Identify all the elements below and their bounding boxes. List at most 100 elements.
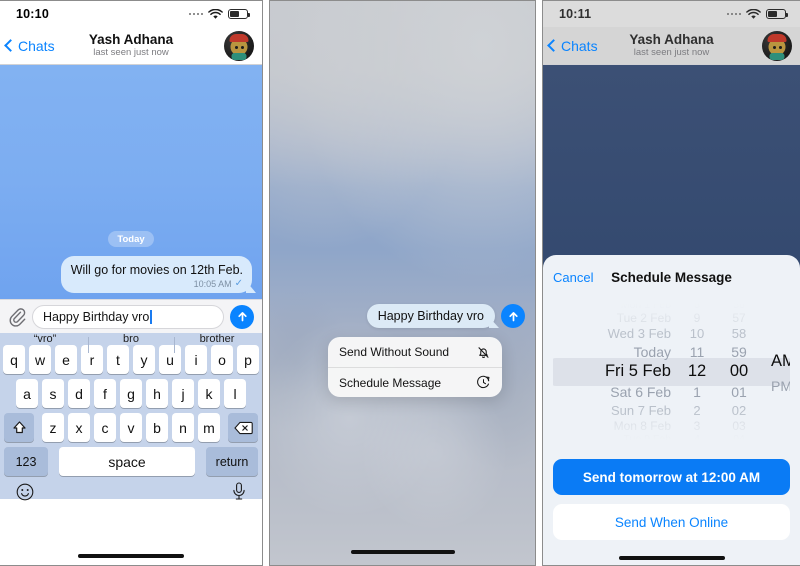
backspace-key[interactable] [228,413,258,442]
key-p[interactable]: p [237,345,259,374]
message-input[interactable]: Happy Birthday vro [32,304,224,329]
key-x[interactable]: x [68,413,90,442]
signal-dots-icon [726,12,741,16]
keyboard-row-1: q w e r t y u i o p [2,345,260,374]
wifi-icon [208,8,223,19]
picker-hour-option[interactable]: 8 [694,299,700,311]
key-j[interactable]: j [172,379,194,408]
key-s[interactable]: s [42,379,64,408]
picker-date-option[interactable]: Mon 1 Feb [621,299,671,311]
message-text: Will go for movies on 12th Feb. [70,263,243,277]
picker-ampm-selected[interactable]: AM [771,348,790,376]
picker-column-minute[interactable]: 56 57 58 59 00 01 02 03 04 [717,299,761,445]
key-b[interactable]: b [146,413,168,442]
picker-minute-option[interactable]: 01 [731,384,747,402]
key-m[interactable]: m [198,413,220,442]
picker-date-option[interactable]: Sun 7 Feb [611,401,671,419]
key-v[interactable]: v [120,413,142,442]
microphone-icon[interactable] [232,482,246,501]
key-d[interactable]: d [68,379,90,408]
wifi-icon [746,8,761,19]
picker-column-ampm[interactable]: AM PM [761,299,790,445]
send-button[interactable] [501,304,525,328]
key-e[interactable]: e [55,345,77,374]
datetime-picker[interactable]: Mon 1 Feb Tue 2 Feb Wed 3 Feb Today Fri … [553,299,790,445]
avatar-body [231,52,247,60]
key-i[interactable]: i [185,345,207,374]
picker-date-option[interactable]: Tue 2 Feb [617,311,671,325]
keyboard-row-3: z x c v b n m [2,413,260,442]
picker-hour-option[interactable]: 4 [694,433,700,445]
key-g[interactable]: g [120,379,142,408]
key-l[interactable]: l [224,379,246,408]
key-h[interactable]: h [146,379,168,408]
key-o[interactable]: o [211,345,233,374]
sheet-title: Schedule Message [611,269,732,285]
picker-hour-option[interactable]: 1 [693,384,701,402]
key-r[interactable]: r [81,345,103,374]
avatar[interactable] [224,30,254,61]
key-n[interactable]: n [172,413,194,442]
clock-arrow-icon [477,375,490,389]
status-time: 10:10 [16,7,49,21]
picker-minute-option[interactable]: 04 [733,433,745,445]
picker-minute-option[interactable]: 58 [732,325,746,343]
picker-ampm-option[interactable]: PM [771,376,790,397]
return-key[interactable]: return [206,447,258,476]
picker-hour-option[interactable]: 9 [694,311,701,325]
picker-column-hour[interactable]: 8 9 10 11 12 1 2 3 4 [677,299,717,445]
key-t[interactable]: t [107,345,129,374]
space-key[interactable]: space [59,447,195,476]
numbers-key[interactable]: 123 [4,447,48,476]
key-q[interactable]: q [3,345,25,374]
key-z[interactable]: z [42,413,64,442]
key-k[interactable]: k [198,379,220,408]
picker-date-option[interactable]: Wed 3 Feb [608,325,671,343]
picker-minute-option[interactable]: 56 [733,299,745,311]
picker-hour-option[interactable]: 3 [694,419,701,433]
back-label: Chats [561,37,598,54]
picker-minute-option[interactable]: 57 [732,311,745,325]
back-to-chats-button[interactable]: Chats [4,38,55,54]
picker-date-option[interactable]: Today [634,343,671,361]
send-button[interactable] [230,304,254,329]
pending-message-bubble[interactable]: Happy Birthday vro [366,304,495,328]
picker-minute-option[interactable]: 02 [732,401,746,419]
emoji-icon[interactable] [16,483,34,501]
shift-key[interactable] [4,413,34,442]
key-f[interactable]: f [94,379,116,408]
send-when-online-button[interactable]: Send When Online [553,504,790,540]
picker-hour-option[interactable]: 11 [690,343,705,361]
key-u[interactable]: u [159,345,181,374]
avatar[interactable] [762,30,792,61]
picker-hour-option[interactable]: 10 [690,325,704,343]
menu-item-send-without-sound[interactable]: Send Without Sound [328,337,502,367]
shift-icon [12,421,26,434]
picker-minute-selected[interactable]: 00 [730,360,748,383]
picker-minute-option[interactable]: 03 [732,419,745,433]
picker-hour-option[interactable]: 2 [693,401,700,419]
prediction-0[interactable]: “vro” [2,333,88,345]
pending-message-row: Happy Birthday vro [366,304,525,328]
status-bar: 10:10 [0,1,262,27]
prediction-2[interactable]: brother [174,333,260,353]
key-c[interactable]: c [94,413,116,442]
menu-item-schedule-message[interactable]: Schedule Message [328,367,502,397]
send-tomorrow-button[interactable]: Send tomorrow at 12:00 AM [553,459,790,495]
back-to-chats-button[interactable]: Chats [547,37,598,54]
picker-date-option[interactable]: Sat 6 Feb [610,384,671,402]
key-y[interactable]: y [133,345,155,374]
picker-column-date[interactable]: Mon 1 Feb Tue 2 Feb Wed 3 Feb Today Fri … [553,299,677,445]
picker-minute-option[interactable]: 59 [731,343,747,361]
keyboard-row-4: 123 space return [2,447,260,476]
picker-date-option[interactable]: Mon 8 Feb [614,419,671,433]
picker-date-selected[interactable]: Fri 5 Feb [605,360,671,383]
prediction-1[interactable]: bro [88,333,174,353]
key-a[interactable]: a [16,379,38,408]
picker-hour-selected[interactable]: 12 [688,360,706,383]
paperclip-icon[interactable] [8,307,26,327]
picker-date-option[interactable]: Tue 9 Feb [624,433,671,445]
key-w[interactable]: w [29,345,51,374]
text-caret [150,309,152,324]
outgoing-message-bubble[interactable]: Will go for movies on 12th Feb. 10:05 AM… [60,256,252,293]
